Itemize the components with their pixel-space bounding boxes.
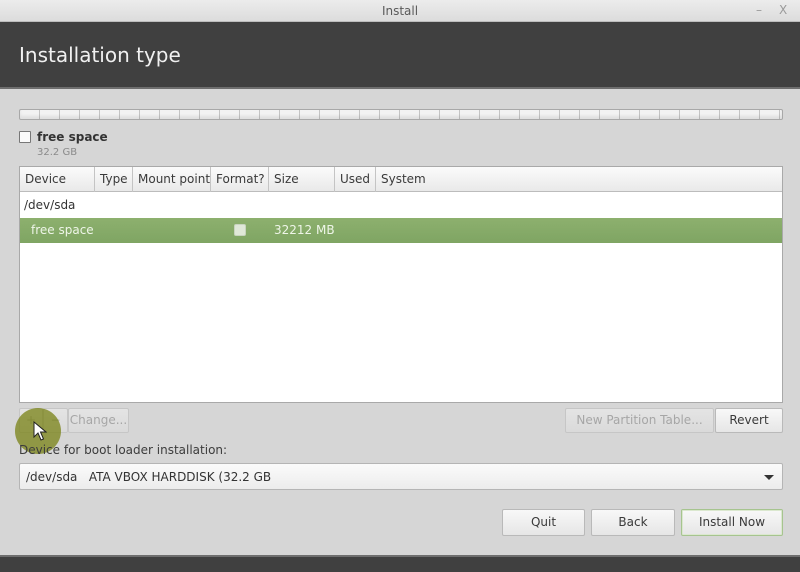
table-row-selected[interactable]: free space 32212 MB [20,218,782,243]
window-titlebar: Install – X [0,0,800,22]
install-now-button[interactable]: Install Now [681,509,783,536]
table-header: Device Type Mount point Format? Size Use… [20,167,782,192]
column-used[interactable]: Used [335,167,376,192]
mouse-cursor-icon [33,421,47,441]
legend-size: 32.2 GB [37,147,78,158]
back-button[interactable]: Back [591,509,675,536]
partition-table: Device Type Mount point Format? Size Use… [19,166,783,403]
new-partition-table-button[interactable]: New Partition Table... [565,408,714,433]
format-checkbox[interactable] [234,224,246,236]
column-format[interactable]: Format? [211,167,269,192]
partition-bar [19,109,783,120]
legend-name: free space [37,130,108,144]
bootloader-selected-value: /dev/sda ATA VBOX HARDDISK (32.2 GB [26,470,272,484]
dropdown-arrow-icon [764,475,774,480]
bottom-bar [0,555,800,572]
page-title: Installation type [19,43,181,67]
bootloader-label: Device for boot loader installation: [19,443,228,457]
row-device: free space [31,223,94,237]
close-icon[interactable]: X [779,3,787,17]
window-title: Install [381,4,419,18]
minimize-icon[interactable]: – [756,3,762,17]
row-size: 32212 MB [274,223,335,237]
revert-button[interactable]: Revert [715,408,783,433]
column-system[interactable]: System [376,167,784,192]
quit-button[interactable]: Quit [502,509,585,536]
page-header: Installation type [0,22,800,89]
table-row[interactable]: /dev/sda [20,193,782,218]
row-device: /dev/sda [24,198,76,212]
legend-swatch [19,131,31,143]
column-mount-point[interactable]: Mount point [133,167,211,192]
column-size[interactable]: Size [269,167,335,192]
column-type[interactable]: Type [95,167,133,192]
change-partition-button[interactable]: Change... [68,408,129,433]
column-device[interactable]: Device [20,167,95,192]
bootloader-device-select[interactable]: /dev/sda ATA VBOX HARDDISK (32.2 GB [19,463,783,490]
